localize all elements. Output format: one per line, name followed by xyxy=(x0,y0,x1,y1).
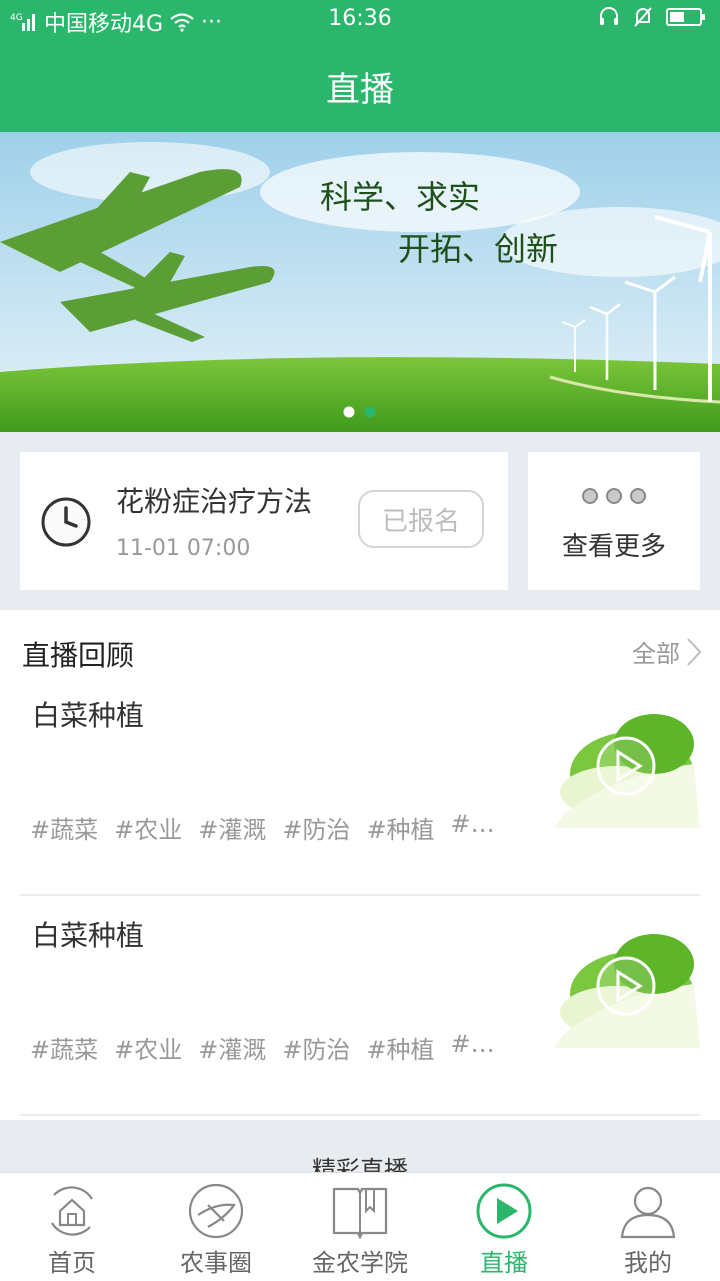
view-more-card[interactable]: 查看更多 xyxy=(528,452,700,590)
banner-slogan-2: 开拓、创新 xyxy=(398,230,558,268)
home-icon xyxy=(51,1186,93,1236)
signed-up-button[interactable]: 已报名 xyxy=(358,490,484,548)
tag: #防治 xyxy=(282,816,351,844)
replay-item-title: 白菜种植 xyxy=(32,699,145,732)
banner-image: 科学、求实 开拓、创新 xyxy=(0,132,720,432)
replay-item[interactable]: 白菜种植 #蔬菜 #农业 #灌溉 #防治 #种植 #… xyxy=(20,898,700,1116)
tag: #防治 xyxy=(282,1036,351,1064)
replay-item-tags: #蔬菜 #农业 #灌溉 #防治 #种植 #… xyxy=(30,810,495,845)
banner-indicator-2[interactable] xyxy=(364,406,376,418)
clock-icon xyxy=(41,497,91,547)
banner-slogan-1: 科学、求实 xyxy=(320,178,480,216)
upcoming-live-card[interactable]: 花粉症治疗方法 11-01 07:00 已报名 xyxy=(20,452,508,590)
tag: #… xyxy=(450,1030,495,1058)
tab-farm-circle-label: 农事圈 xyxy=(180,1249,252,1277)
battery-icon xyxy=(666,8,705,26)
page-header: 直播 xyxy=(0,40,720,132)
chevron-right-icon xyxy=(687,637,702,666)
tag: #种植 xyxy=(366,816,435,844)
upcoming-time: 11-01 07:00 xyxy=(116,536,251,561)
user-icon xyxy=(620,1186,676,1239)
tab-home-label: 首页 xyxy=(48,1249,96,1277)
more-dots-icon xyxy=(528,488,700,504)
play-icon xyxy=(476,1183,532,1239)
circle-icon xyxy=(188,1183,244,1239)
replay-item-tags: #蔬菜 #农业 #灌溉 #防治 #种植 #… xyxy=(30,1030,495,1065)
tab-academy-label: 金农学院 xyxy=(312,1249,408,1277)
replay-heading: 直播回顾 xyxy=(22,639,135,672)
replay-item[interactable]: 白菜种植 #蔬菜 #农业 #灌溉 #防治 #种植 #… xyxy=(20,678,700,896)
play-icon xyxy=(596,956,656,1016)
replay-section: 直播回顾 全部 白菜种植 #蔬菜 #农业 #灌溉 #防治 #种植 #… 白菜种植 xyxy=(0,610,720,1120)
tab-mine-label: 我的 xyxy=(624,1249,672,1277)
status-right xyxy=(598,6,706,28)
video-thumbnail[interactable] xyxy=(554,704,700,828)
tab-academy[interactable]: 金农学院 xyxy=(288,1173,432,1281)
status-bar: 4G 中国移动4G ··· 16:36 xyxy=(0,0,720,40)
tag: #蔬菜 xyxy=(30,816,99,844)
tag: #农业 xyxy=(114,1036,183,1064)
tab-live[interactable]: 直播 xyxy=(432,1173,576,1281)
tag: #灌溉 xyxy=(198,816,267,844)
book-icon xyxy=(332,1187,388,1240)
tab-home[interactable]: 首页 xyxy=(0,1173,144,1281)
tab-mine[interactable]: 我的 xyxy=(576,1173,720,1281)
divider xyxy=(20,894,700,896)
tag: #… xyxy=(450,810,495,838)
replay-item-title: 白菜种植 xyxy=(32,919,145,952)
view-more-label: 查看更多 xyxy=(561,532,666,562)
video-thumbnail[interactable] xyxy=(554,924,700,1048)
tag: #种植 xyxy=(366,1036,435,1064)
tag: #农业 xyxy=(114,816,183,844)
play-icon xyxy=(596,736,656,796)
banner-carousel[interactable]: 科学、求实 开拓、创新 xyxy=(0,132,720,432)
page-title: 直播 xyxy=(326,69,394,110)
tag: #蔬菜 xyxy=(30,1036,99,1064)
divider xyxy=(20,1114,700,1116)
tab-farm-circle[interactable]: 农事圈 xyxy=(144,1173,288,1281)
replay-all-label: 全部 xyxy=(632,640,680,668)
bottom-tab-bar: 首页 农事圈 金农学院 直播 我的 xyxy=(0,1172,720,1281)
upcoming-title: 花粉症治疗方法 xyxy=(116,485,313,518)
headset-icon xyxy=(600,7,618,25)
tab-live-label: 直播 xyxy=(480,1249,528,1277)
tag: #灌溉 xyxy=(198,1036,267,1064)
mute-bell-icon xyxy=(634,7,652,27)
replay-all-link[interactable]: 全部 xyxy=(632,634,702,669)
banner-indicator-1[interactable] xyxy=(343,406,355,418)
